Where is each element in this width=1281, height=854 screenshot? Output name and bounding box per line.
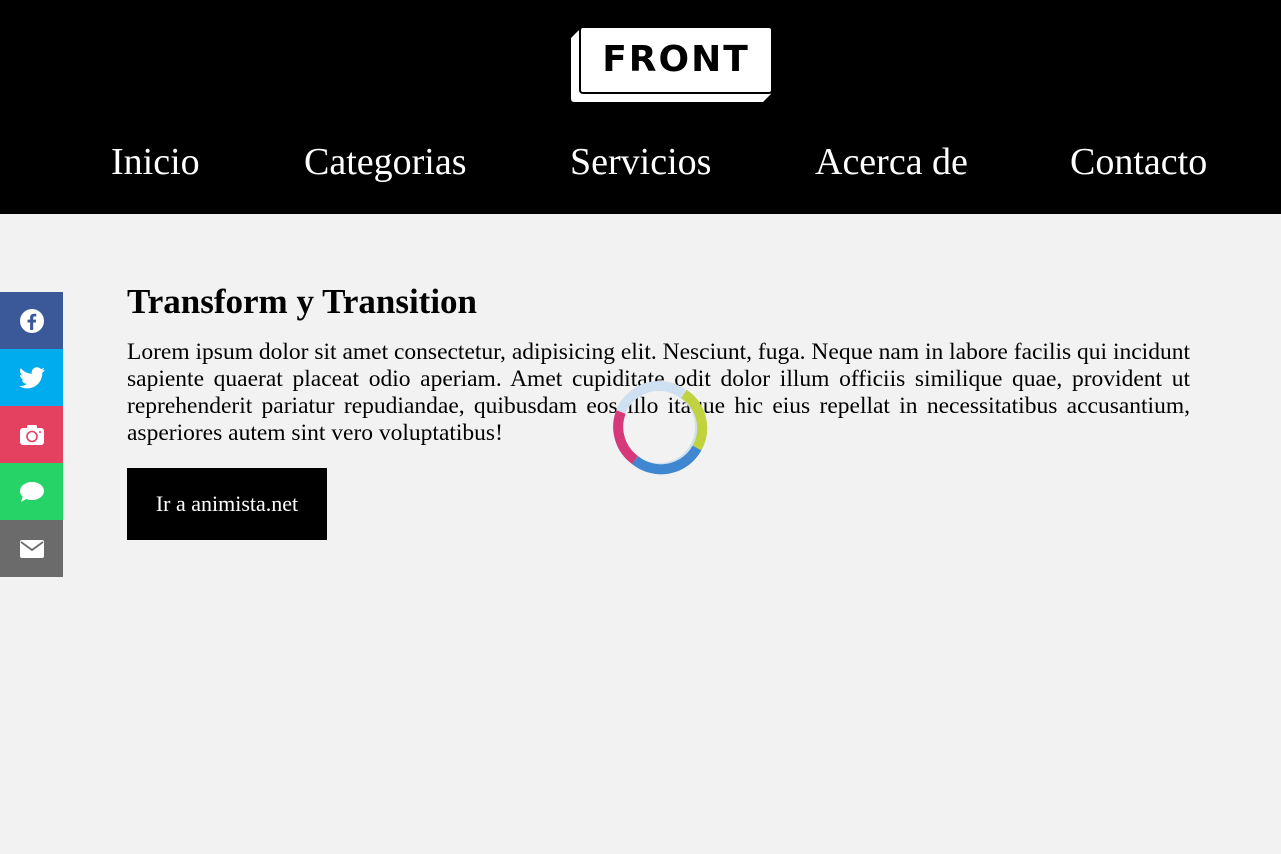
main-nav: Inicio Categorias Servicios Acerca de Co… <box>0 138 1281 188</box>
site-header: FRONT Inicio Categorias Servicios Acerca… <box>0 0 1281 214</box>
nav-inicio[interactable]: Inicio <box>111 138 200 186</box>
envelope-icon <box>19 539 44 558</box>
nav-acerca-de[interactable]: Acerca de <box>815 138 968 186</box>
chat-bubble-icon <box>19 481 44 502</box>
nav-categorias[interactable]: Categorias <box>304 138 467 186</box>
twitter-icon <box>18 366 45 388</box>
spinner-arc-pink <box>613 410 639 465</box>
camera-icon <box>19 424 44 445</box>
nav-contacto[interactable]: Contacto <box>1070 138 1207 186</box>
twitter-button[interactable] <box>0 349 63 406</box>
animista-link-button[interactable]: Ir a animista.net <box>127 468 327 540</box>
page-title: Transform y Transition <box>127 282 478 321</box>
front-logo[interactable]: FRONT <box>571 26 777 104</box>
logo-text: FRONT <box>602 38 750 80</box>
loading-spinner <box>613 381 708 475</box>
logo-box: FRONT <box>579 26 773 94</box>
facebook-button[interactable] <box>0 292 63 349</box>
social-share-bar <box>0 292 63 577</box>
nav-servicios[interactable]: Servicios <box>570 138 711 186</box>
instagram-button[interactable] <box>0 406 63 463</box>
email-button[interactable] <box>0 520 63 577</box>
facebook-icon <box>19 308 44 333</box>
whatsapp-button[interactable] <box>0 463 63 520</box>
